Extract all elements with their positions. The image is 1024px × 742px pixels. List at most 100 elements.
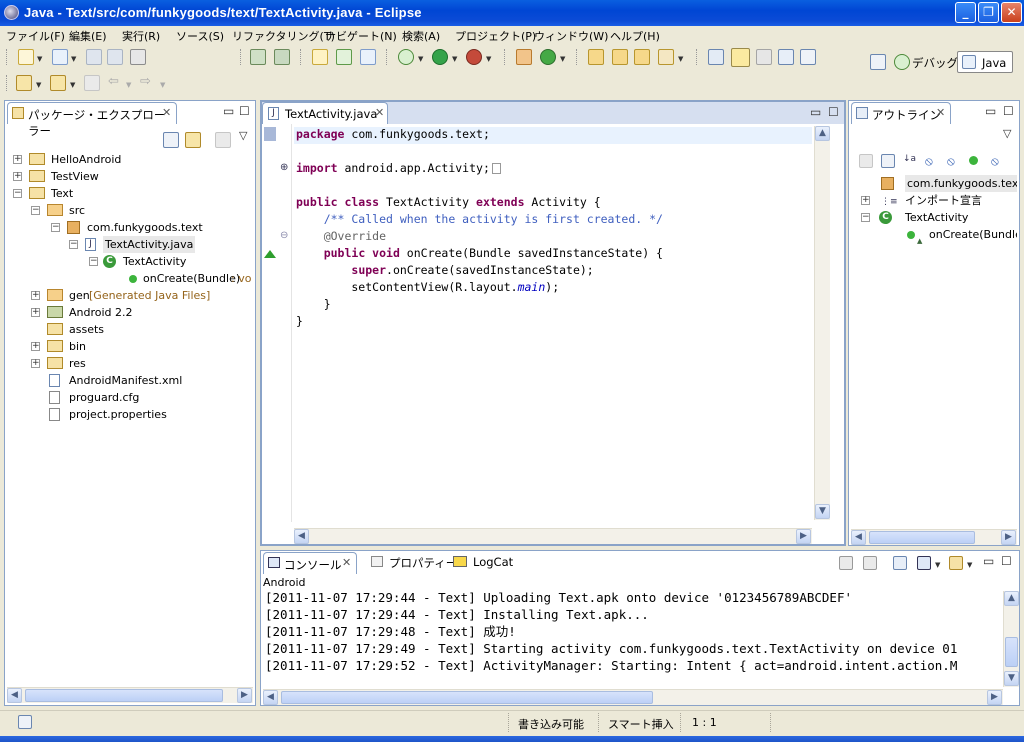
show-whitespace-icon[interactable]	[800, 49, 816, 65]
menu-source[interactable]: ソース(S)	[176, 28, 224, 44]
editor-vscrollbar[interactable]: ▲ ▼	[814, 126, 830, 520]
close-button[interactable]: ✕	[1001, 2, 1022, 23]
android-sdk-icon[interactable]	[250, 49, 266, 65]
external-tools-icon[interactable]	[466, 49, 482, 65]
sort-icon[interactable]: ↓a	[903, 154, 917, 168]
minimize-view-icon[interactable]: ▭	[985, 104, 996, 118]
maximize-button[interactable]: ❐	[978, 2, 999, 23]
tab-console[interactable]: コンソール ✕	[263, 552, 357, 574]
hide-local-types-icon[interactable]: ⦸	[991, 154, 1005, 168]
tab-textactivity-java[interactable]: J TextActivity.java ✕	[262, 102, 388, 124]
clear-console-icon[interactable]	[839, 556, 853, 570]
new-android-project-icon[interactable]	[312, 49, 328, 65]
search-icon[interactable]	[658, 49, 674, 65]
scroll-left-icon[interactable]: ◀	[851, 530, 866, 545]
back-icon[interactable]: ⇦	[108, 75, 124, 91]
new-android-test-icon[interactable]	[336, 49, 352, 65]
last-edit-location-icon[interactable]	[84, 75, 100, 91]
run-icon[interactable]	[432, 49, 448, 65]
minimize-view-icon[interactable]: ▭	[810, 105, 821, 119]
collapse-all-icon[interactable]	[881, 154, 895, 168]
close-tab-icon[interactable]: ✕	[375, 106, 384, 119]
tab-package-explorer[interactable]: パッケージ・エクスプローラー ✕	[7, 102, 177, 138]
scroll-right-icon[interactable]: ▶	[987, 690, 1002, 705]
close-tab-icon[interactable]: ✕	[342, 556, 351, 569]
avd-manager-icon[interactable]	[274, 49, 290, 65]
scroll-left-icon[interactable]: ◀	[263, 690, 278, 705]
collapse-comment-icon[interactable]: ⊖	[280, 230, 288, 241]
view-menu-icon[interactable]: ▽	[239, 129, 247, 142]
window-title-bar[interactable]: Java - Text/src/com/funkygoods/text/Text…	[0, 0, 1024, 26]
scroll-left-icon[interactable]: ◀	[294, 529, 309, 544]
debug-icon[interactable]	[398, 49, 414, 65]
menu-run[interactable]: 実行(R)	[122, 28, 160, 44]
pin-console-icon[interactable]	[893, 556, 907, 570]
forward-icon[interactable]: ⇨	[140, 75, 156, 91]
open-type-icon[interactable]	[588, 49, 604, 65]
open-task-icon[interactable]	[612, 49, 628, 65]
new-package-icon[interactable]	[516, 49, 532, 65]
maximize-view-icon[interactable]: ☐	[1003, 104, 1014, 118]
menu-file[interactable]: ファイル(F)	[6, 28, 65, 44]
minimize-button[interactable]: _	[955, 2, 976, 23]
open-console-icon[interactable]	[949, 556, 963, 570]
maximize-view-icon[interactable]: ☐	[1001, 554, 1012, 568]
menu-window[interactable]: ウィンドウ(W)	[534, 28, 608, 44]
focus-icon[interactable]	[859, 154, 873, 168]
show-source-icon[interactable]	[778, 49, 794, 65]
hide-fields-icon[interactable]: ⦸	[925, 154, 939, 168]
toggle-breadcrumb-icon[interactable]	[708, 49, 724, 65]
link-with-editor-icon[interactable]	[185, 132, 201, 148]
scroll-right-icon[interactable]: ▶	[237, 688, 252, 703]
menu-refactor[interactable]: リファクタリング(T)	[232, 28, 335, 44]
perspective-java[interactable]: Java	[957, 51, 1013, 73]
view-menu-filter-icon[interactable]	[215, 132, 231, 148]
menu-navigate[interactable]: ナビゲート(N)	[325, 28, 397, 44]
hide-nonpublic-icon[interactable]	[969, 156, 978, 165]
fast-view-icon[interactable]	[18, 715, 32, 729]
menu-project[interactable]: プロジェクト(P)	[455, 28, 536, 44]
close-tab-icon[interactable]: ✕	[162, 106, 171, 119]
menu-help[interactable]: ヘルプ(H)	[610, 28, 660, 44]
previous-annotation-icon[interactable]	[50, 75, 66, 91]
hide-static-icon[interactable]: ⦸	[947, 154, 961, 168]
scroll-thumb[interactable]	[281, 691, 653, 704]
maximize-view-icon[interactable]: ☐	[828, 105, 839, 119]
save-all-icon[interactable]	[107, 49, 123, 65]
new-class-icon[interactable]	[540, 49, 556, 65]
tab-outline[interactable]: アウトライン ✕	[851, 102, 951, 124]
menu-edit[interactable]: 編集(E)	[69, 28, 107, 44]
editor-hscrollbar[interactable]: ◀ ▶	[294, 528, 812, 544]
perspective-debug[interactable]: デバッグ	[912, 55, 958, 71]
scroll-up-icon[interactable]: ▲	[815, 126, 830, 141]
scroll-down-icon[interactable]: ▼	[815, 504, 830, 519]
scroll-down-icon[interactable]: ▼	[1004, 671, 1019, 686]
open-perspective-icon[interactable]	[870, 54, 886, 70]
scroll-thumb[interactable]	[869, 531, 975, 544]
maximize-view-icon[interactable]: ☐	[239, 104, 250, 118]
scroll-lock-icon[interactable]	[863, 556, 877, 570]
save-icon[interactable]	[86, 49, 102, 65]
menu-search[interactable]: 検索(A)	[402, 28, 440, 44]
view-menu-icon[interactable]: ▽	[1003, 127, 1011, 140]
print-icon[interactable]	[130, 49, 146, 65]
console-hscrollbar[interactable]: ◀ ▶	[263, 689, 1003, 705]
minimize-view-icon[interactable]: ▭	[223, 104, 234, 118]
console-vscrollbar[interactable]: ▲ ▼	[1003, 591, 1019, 687]
new-icon[interactable]	[18, 49, 34, 65]
minimize-view-icon[interactable]: ▭	[983, 554, 994, 568]
scroll-right-icon[interactable]: ▶	[796, 529, 811, 544]
collapse-all-icon[interactable]	[163, 132, 179, 148]
scroll-thumb[interactable]	[25, 689, 223, 702]
mark-occurrences-icon[interactable]	[731, 48, 750, 67]
close-tab-icon[interactable]: ✕	[936, 106, 945, 119]
block-selection-icon[interactable]	[756, 49, 772, 65]
expand-import-icon[interactable]: ⊕	[280, 162, 288, 173]
package-explorer-hscrollbar[interactable]: ◀ ▶	[7, 687, 253, 703]
display-console-icon[interactable]	[917, 556, 931, 570]
new-java-icon[interactable]	[52, 49, 68, 65]
next-annotation-icon[interactable]	[16, 75, 32, 91]
outline-hscrollbar[interactable]: ◀ ▶	[851, 529, 1017, 545]
scroll-thumb[interactable]	[1005, 637, 1018, 667]
scroll-up-icon[interactable]: ▲	[1004, 591, 1019, 606]
